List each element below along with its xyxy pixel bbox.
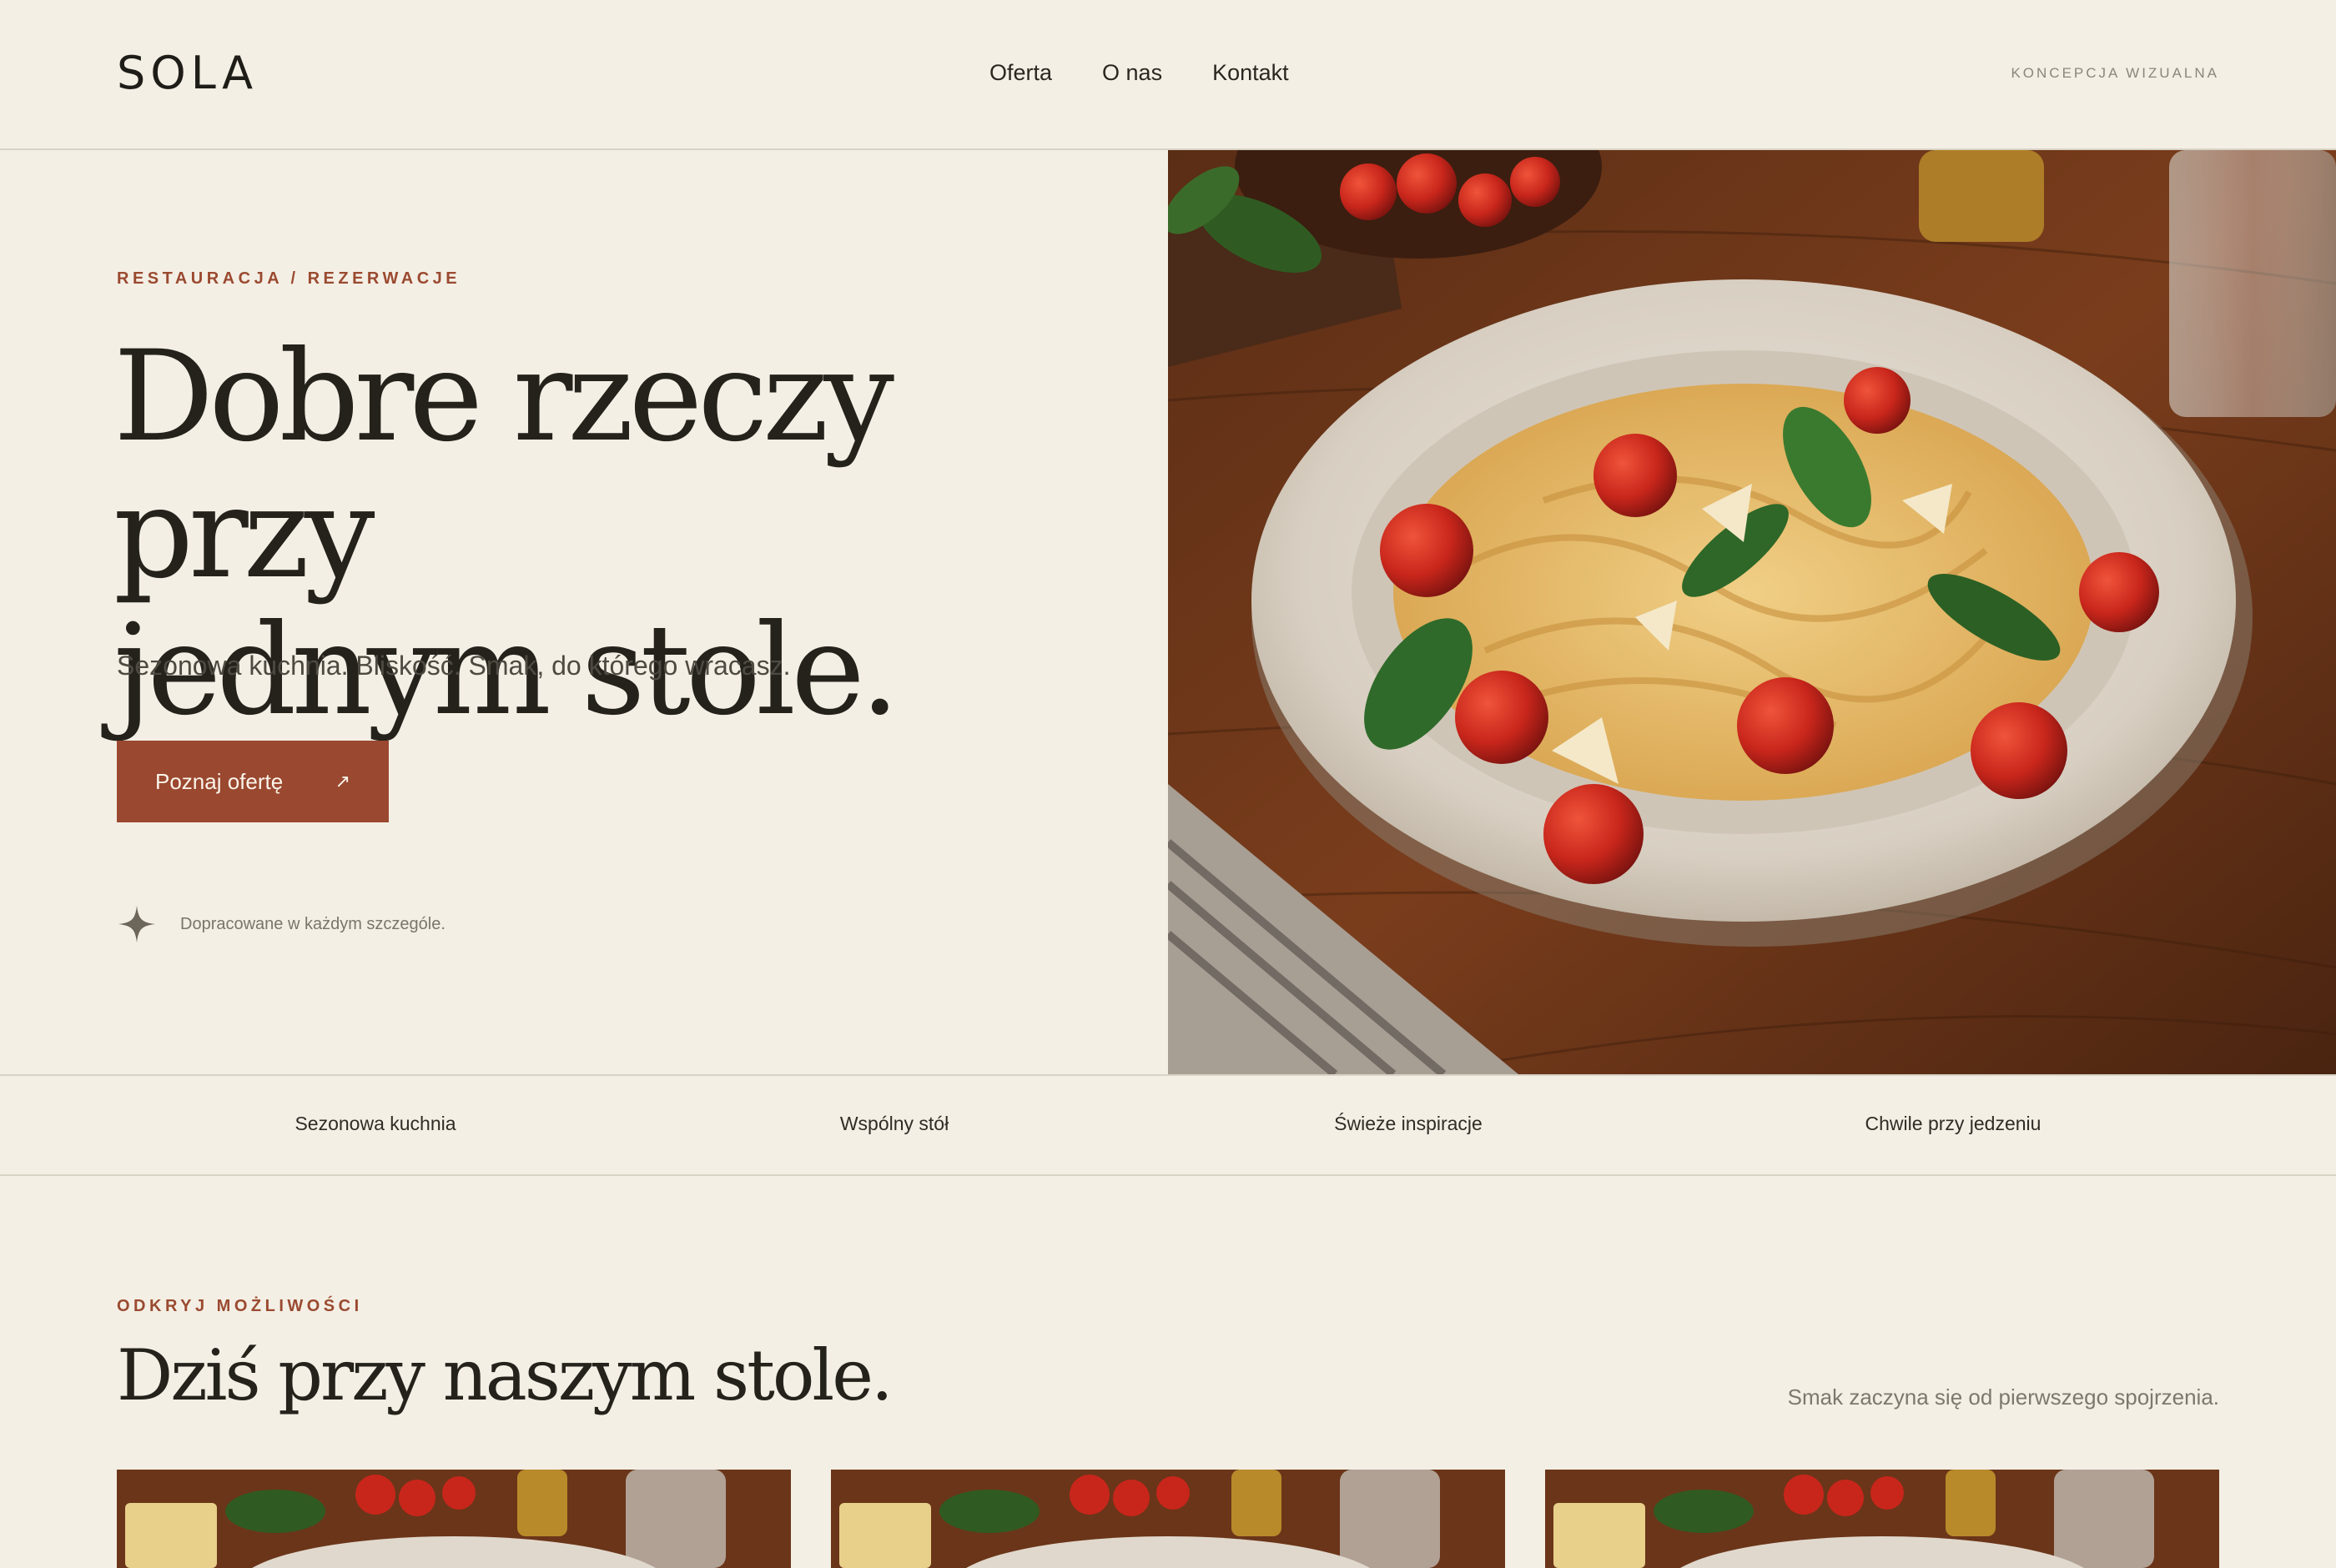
- dish-card-1[interactable]: [117, 1470, 791, 1568]
- cta-label: Poznaj ofertę: [155, 768, 284, 794]
- dish-cards: [117, 1470, 2219, 1568]
- dish-card-photo: [831, 1470, 1505, 1568]
- arrow-up-right-icon: ↗: [335, 771, 350, 792]
- nav-link-kontakt[interactable]: Kontakt: [1212, 60, 1289, 86]
- dish-card-3[interactable]: [1545, 1470, 2219, 1568]
- main-nav: Oferta O nas Kontakt: [989, 60, 1289, 86]
- feature-strip: Sezonowa kuchnia Wspólny stół Świeże ins…: [0, 1074, 2336, 1176]
- section-kicker: ODKRYJ MOŻLIWOŚCI: [117, 1297, 363, 1315]
- feature-moments-at-meal: Chwile przy jedzeniu: [1865, 1113, 2041, 1134]
- site-header: SOLA Oferta O nas Kontakt KONCEPCJA WIZU…: [0, 0, 2336, 150]
- brand-logo[interactable]: SOLA: [117, 47, 258, 99]
- explore-offer-button[interactable]: Poznaj ofertę ↗: [117, 741, 389, 822]
- dish-card-2[interactable]: [831, 1470, 1505, 1568]
- concept-label: KONCEPCJA WIZUALNA: [2011, 65, 2219, 81]
- detail-text: Dopracowane w każdym szczególe.: [180, 914, 446, 933]
- nav-link-oferta[interactable]: Oferta: [989, 60, 1052, 86]
- hero-food-photo: [1168, 150, 2336, 1074]
- dish-card-photo: [1545, 1470, 2219, 1568]
- hero-subtitle: Sezonowa kuchnia. Bliskość. Smak, do któ…: [117, 651, 791, 681]
- hero-kicker: RESTAURACJA / REZERWACJE: [117, 269, 461, 288]
- feature-shared-table: Wspólny stół: [839, 1113, 949, 1134]
- feature-seasonal-cuisine: Sezonowa kuchnia: [295, 1113, 456, 1134]
- dish-card-photo: [117, 1470, 791, 1568]
- nav-link-o-nas[interactable]: O nas: [1102, 60, 1162, 86]
- detail-note: Dopracowane w każdym szczególe.: [117, 904, 446, 944]
- sparkle-star-icon: [118, 906, 155, 942]
- section-aside: Smak zaczyna się od pierwszego spojrzeni…: [1787, 1385, 2219, 1410]
- section-title: Dziś przy naszym stole.: [117, 1334, 894, 1416]
- hero-section: RESTAURACJA / REZERWACJE Dobre rzeczy pr…: [0, 150, 1168, 1074]
- hero-title-line-1: Dobre rzeczy przy: [113, 324, 894, 606]
- feature-fresh-inspirations: Świeże inspiracje: [1334, 1113, 1483, 1134]
